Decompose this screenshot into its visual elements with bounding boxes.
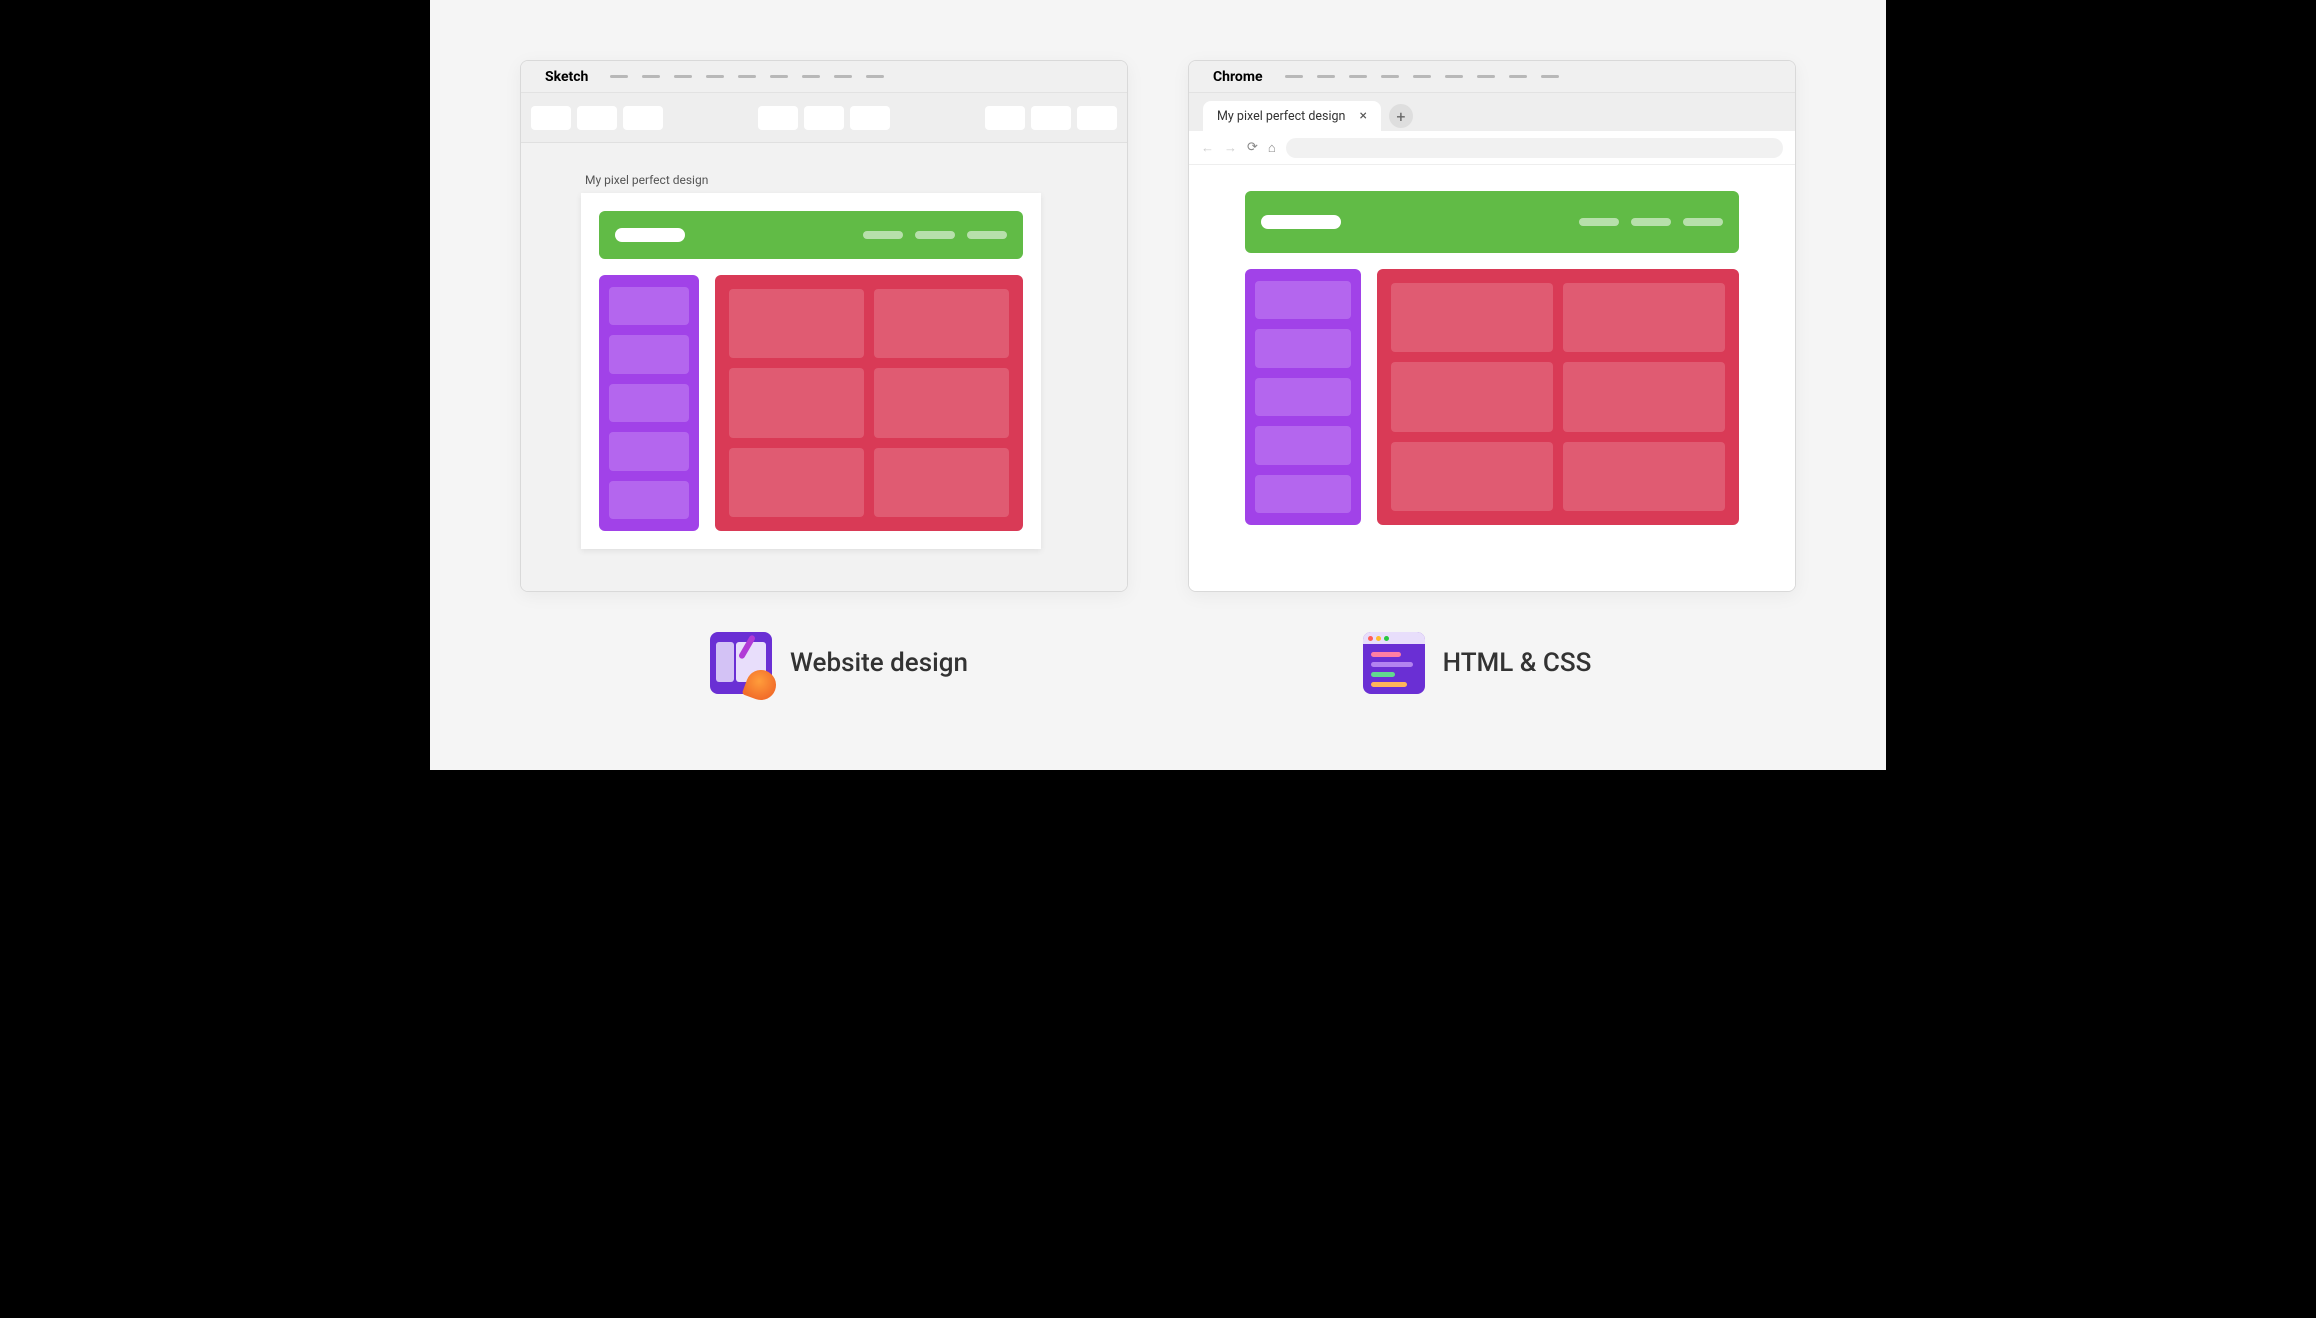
tab-title: My pixel perfect design	[1217, 109, 1345, 124]
toolbar-button[interactable]	[1077, 106, 1117, 130]
toolbar-button[interactable]	[850, 106, 890, 130]
mock-sidebar	[599, 275, 699, 531]
caption-text-right: HTML & CSS	[1443, 648, 1592, 678]
mock-nav-item	[967, 231, 1007, 239]
mock-sidebar-item	[1255, 475, 1351, 513]
forward-icon[interactable]: →	[1224, 140, 1237, 156]
mock-card	[729, 368, 864, 437]
mock-card	[874, 289, 1009, 358]
mock-card	[1391, 283, 1553, 352]
chrome-window: Chrome My pixel perfect design × + ← → ⟳…	[1188, 60, 1796, 592]
mock-sidebar-item	[609, 335, 689, 373]
mock-card	[1563, 442, 1725, 511]
toolbar-button[interactable]	[985, 106, 1025, 130]
mock-content-grid	[715, 275, 1023, 531]
mock-header	[1245, 191, 1739, 253]
mock-sidebar-item	[609, 384, 689, 422]
mock-card	[874, 368, 1009, 437]
back-icon[interactable]: ←	[1201, 140, 1214, 156]
mock-nav-item	[863, 231, 903, 239]
artboard-label: My pixel perfect design	[585, 173, 1067, 187]
mock-nav-item	[1631, 218, 1671, 226]
mock-header	[599, 211, 1023, 259]
mock-sidebar	[1245, 269, 1361, 525]
sketch-toolbar	[521, 93, 1127, 143]
diagram-stage: Sketch My pixel perfect design	[430, 0, 1886, 770]
artboard	[581, 193, 1041, 549]
chrome-toolbar: ← → ⟳ ⌂	[1189, 131, 1795, 165]
mock-card	[1563, 362, 1725, 431]
close-tab-icon[interactable]: ×	[1359, 108, 1366, 124]
mock-card	[1391, 362, 1553, 431]
caption-text-left: Website design	[790, 648, 968, 678]
mock-card	[1563, 283, 1725, 352]
sketch-menubar: Sketch	[521, 61, 1127, 93]
mock-content-grid	[1377, 269, 1739, 525]
reload-icon[interactable]: ⟳	[1247, 140, 1258, 155]
toolbar-button[interactable]	[804, 106, 844, 130]
mock-logo	[615, 228, 685, 242]
menu-placeholder	[610, 75, 884, 78]
mock-sidebar-item	[609, 287, 689, 325]
caption-left: Website design	[520, 632, 1158, 694]
chrome-viewport	[1189, 165, 1795, 591]
toolbar-button[interactable]	[1031, 106, 1071, 130]
toolbar-button[interactable]	[531, 106, 571, 130]
mock-sidebar-item	[609, 432, 689, 470]
chrome-menubar: Chrome	[1189, 61, 1795, 93]
mock-card	[1391, 442, 1553, 511]
mock-sidebar-item	[609, 481, 689, 519]
sketch-app-name: Sketch	[545, 69, 588, 85]
mock-sidebar-item	[1255, 426, 1351, 464]
home-icon[interactable]: ⌂	[1268, 140, 1276, 156]
mock-nav-item	[1579, 218, 1619, 226]
chrome-tabstrip: My pixel perfect design × +	[1189, 93, 1795, 131]
chrome-app-name: Chrome	[1213, 69, 1263, 85]
new-tab-button[interactable]: +	[1389, 104, 1413, 128]
mock-logo	[1261, 215, 1341, 229]
website-design-icon	[710, 632, 772, 694]
mock-nav-item	[915, 231, 955, 239]
toolbar-button[interactable]	[758, 106, 798, 130]
mock-card	[874, 448, 1009, 517]
browser-tab[interactable]: My pixel perfect design ×	[1203, 101, 1381, 131]
mock-card	[729, 289, 864, 358]
mock-sidebar-item	[1255, 281, 1351, 319]
sketch-canvas: My pixel perfect design	[521, 143, 1127, 591]
mock-card	[729, 448, 864, 517]
menu-placeholder	[1285, 75, 1559, 78]
sketch-window: Sketch My pixel perfect design	[520, 60, 1128, 592]
mock-nav-item	[1683, 218, 1723, 226]
address-bar[interactable]	[1286, 138, 1783, 158]
html-css-icon	[1363, 632, 1425, 694]
caption-right: HTML & CSS	[1158, 632, 1796, 694]
toolbar-button[interactable]	[577, 106, 617, 130]
mock-sidebar-item	[1255, 329, 1351, 367]
toolbar-button[interactable]	[623, 106, 663, 130]
mock-sidebar-item	[1255, 378, 1351, 416]
